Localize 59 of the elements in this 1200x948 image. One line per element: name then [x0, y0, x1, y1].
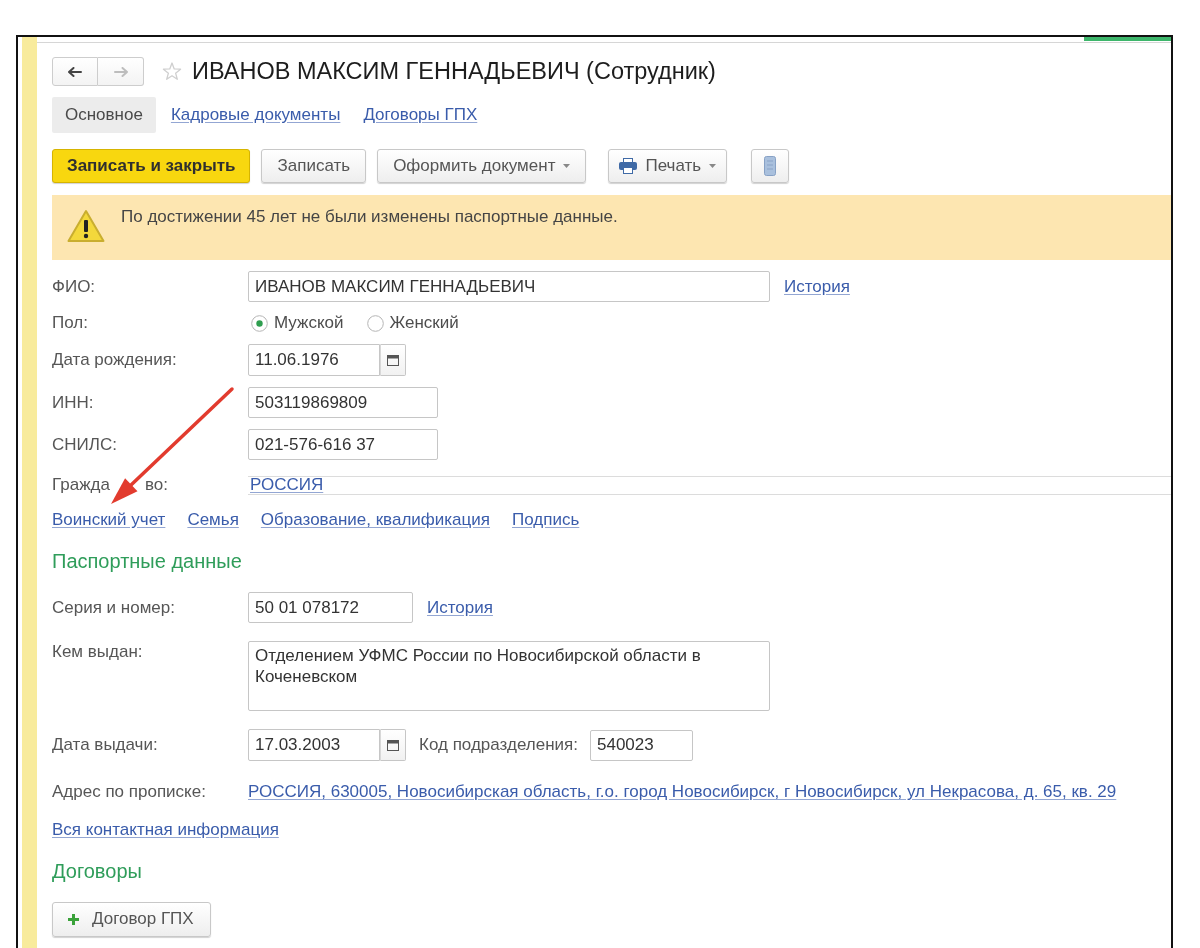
radio-option[interactable]: Женский [366, 313, 459, 333]
contact-info-link[interactable]: Вся контактная информация [52, 819, 279, 839]
sheet-icon [764, 156, 777, 176]
calendar-icon [387, 354, 399, 366]
history-link[interactable]: История [784, 273, 850, 300]
printer-icon [619, 158, 638, 174]
text-field[interactable]: 503119869809 [248, 387, 438, 418]
date-field[interactable]: 17.03.2003 [248, 729, 380, 761]
section-heading: Паспортные данные [52, 550, 242, 572]
arrow-left-icon [68, 66, 82, 77]
calendar-button[interactable] [380, 344, 406, 376]
field-label: Кем выдан: [52, 642, 143, 662]
section-link[interactable]: Семья [187, 510, 239, 530]
section-link[interactable]: Образование, квалификация [260, 510, 490, 530]
back-button[interactable] [52, 57, 98, 86]
plus-icon [68, 913, 79, 925]
field-label: во: [144, 475, 168, 495]
text-field[interactable]: 540023 [589, 729, 693, 761]
star-icon[interactable] [162, 62, 182, 81]
section-link[interactable]: Воинский учет [52, 510, 166, 530]
add-contract-button[interactable]: Договор ГПХ [52, 901, 211, 937]
window-title: ИВАНОВ МАКСИМ ГЕННАДЬЕВИЧ (Сотрудник) [192, 57, 716, 86]
text-area-field[interactable]: Отделением УФМС России по Новосибирской области в Коченевском [248, 641, 770, 711]
field-label: ИНН: [52, 392, 94, 413]
text-field[interactable]: ИВАНОВ МАКСИМ ГЕННАДЬЕВИЧ [248, 271, 770, 302]
menu-button[interactable]: Оформить документ [377, 149, 587, 183]
field-label: Адрес по прописке: [52, 781, 206, 802]
arrow-right-icon [113, 66, 128, 77]
address-link[interactable]: РОССИЯ, 630005, Новосибирская область, г.о. город Новосибирск, г Новосибирск, ул Некрасова, д. 65, кв. 29 [248, 779, 1117, 805]
citizenship-link[interactable]: РОССИЯ [250, 472, 324, 498]
field-label: СНИЛС: [52, 434, 117, 455]
field-label: ФИО: [52, 276, 96, 297]
tab[interactable]: Основное [52, 97, 156, 133]
history-link[interactable]: История [427, 594, 493, 621]
section-heading: Договоры [52, 859, 142, 882]
calendar-icon [387, 739, 399, 751]
date-field[interactable]: 11.06.1976 [248, 344, 380, 376]
primary-button[interactable]: Записать и закрыть [52, 149, 251, 183]
warning-icon [67, 209, 105, 243]
section-link[interactable]: Подпись [512, 510, 580, 530]
warning-text: По достижении 45 лет не были изменены паспортные данные. [121, 207, 618, 227]
field-label: Код подразделения: [419, 734, 578, 757]
text-field[interactable]: 021-576-616 37 [248, 429, 438, 460]
toolbar-button[interactable]: Записать [261, 149, 367, 183]
tab[interactable]: Договоры ГПХ [363, 102, 478, 128]
print-button[interactable]: Печать [608, 149, 728, 183]
calendar-button[interactable] [380, 729, 406, 761]
field-label: Дата рождения: [52, 350, 177, 370]
field-label: Пол: [52, 313, 88, 333]
caret-icon [563, 164, 571, 168]
field-label: Дата выдачи: [52, 735, 158, 755]
radio-option[interactable]: Мужской [251, 313, 344, 333]
tab[interactable]: Кадровые документы [170, 102, 341, 128]
text-field[interactable]: 50 01 078172 [248, 592, 413, 623]
field-label: Серия и номер: [52, 597, 175, 618]
icon-button[interactable] [751, 149, 790, 183]
citizenship-field[interactable]: РОССИЯ [248, 475, 1171, 495]
caret-icon [709, 164, 717, 168]
field-label: Гражда [52, 475, 110, 495]
